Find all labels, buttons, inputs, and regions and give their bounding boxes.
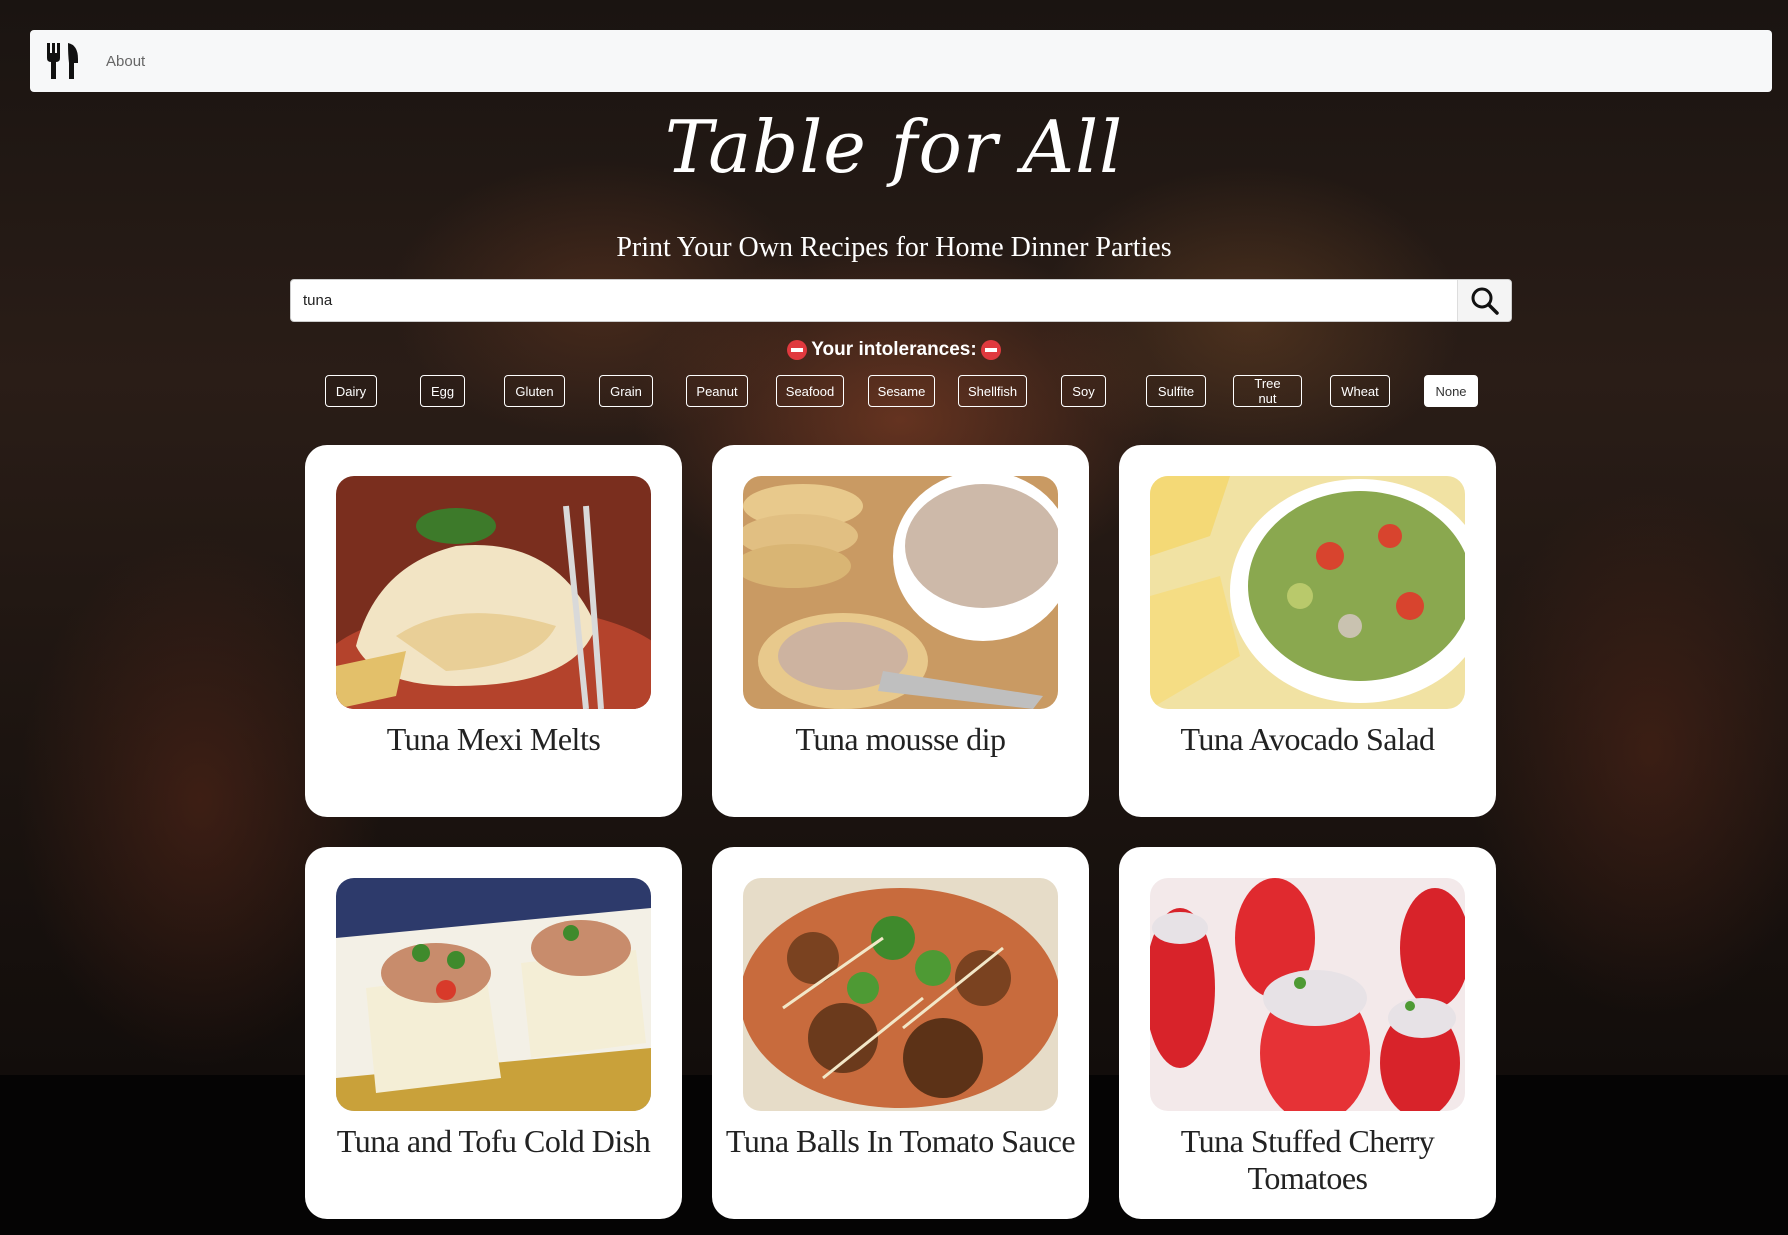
recipe-card[interactable]: Tuna Avocado Salad bbox=[1119, 445, 1496, 817]
recipe-card[interactable]: Tuna Balls In Tomato Sauce bbox=[712, 847, 1089, 1219]
chip-egg[interactable]: Egg bbox=[420, 375, 465, 407]
recipe-title: Tuna Mexi Melts bbox=[386, 721, 601, 757]
recipe-card[interactable]: Tuna Mexi Melts bbox=[305, 445, 682, 817]
chip-tree-nut[interactable]: Tree nut bbox=[1233, 375, 1302, 407]
chip-sesame[interactable]: Sesame bbox=[868, 375, 935, 407]
page-title: Table for All bbox=[664, 105, 1124, 189]
recipe-card[interactable]: Tuna Stuffed Cherry Tomatoes bbox=[1119, 847, 1496, 1219]
recipe-title: Tuna and Tofu Cold Dish bbox=[336, 1123, 651, 1159]
chip-sulfite[interactable]: Sulfite bbox=[1146, 375, 1206, 407]
search-bar bbox=[290, 279, 1512, 322]
chip-grain[interactable]: Grain bbox=[599, 375, 653, 407]
intolerances-heading: Your intolerances: bbox=[0, 339, 1788, 361]
recipe-image bbox=[1150, 878, 1465, 1111]
intolerance-chips: Dairy Egg Gluten Grain Peanut Seafood Se… bbox=[0, 375, 1788, 407]
no-entry-icon bbox=[980, 340, 1001, 360]
fork-knife-icon[interactable] bbox=[40, 39, 84, 83]
chip-none[interactable]: None bbox=[1424, 375, 1478, 407]
chip-soy[interactable]: Soy bbox=[1061, 375, 1106, 407]
chip-shellfish[interactable]: Shellfish bbox=[958, 375, 1027, 407]
search-input[interactable] bbox=[291, 280, 1457, 321]
no-entry-icon bbox=[787, 340, 808, 360]
recipe-title: Tuna Avocado Salad bbox=[1180, 721, 1435, 757]
recipe-card[interactable]: Tuna and Tofu Cold Dish bbox=[305, 847, 682, 1219]
recipe-title: Tuna Stuffed Cherry Tomatoes bbox=[1180, 1123, 1435, 1196]
search-icon bbox=[1471, 287, 1499, 315]
nav-about-link[interactable]: About bbox=[106, 53, 145, 70]
intolerances-heading-text: Your intolerances: bbox=[811, 339, 977, 360]
recipe-image bbox=[336, 476, 651, 709]
chip-seafood[interactable]: Seafood bbox=[776, 375, 844, 407]
search-button[interactable] bbox=[1457, 280, 1511, 321]
navbar: About bbox=[30, 30, 1772, 92]
chip-peanut[interactable]: Peanut bbox=[686, 375, 748, 407]
recipe-image bbox=[743, 878, 1058, 1111]
recipe-image bbox=[1150, 476, 1465, 709]
recipe-title: Tuna Balls In Tomato Sauce bbox=[725, 1123, 1076, 1159]
recipe-image bbox=[743, 476, 1058, 709]
chip-gluten[interactable]: Gluten bbox=[504, 375, 565, 407]
recipe-card[interactable]: Tuna mousse dip bbox=[712, 445, 1089, 817]
page-subtitle: Print Your Own Recipes for Home Dinner P… bbox=[616, 232, 1172, 263]
chip-dairy[interactable]: Dairy bbox=[325, 375, 377, 407]
chip-wheat[interactable]: Wheat bbox=[1330, 375, 1390, 407]
recipe-image bbox=[336, 878, 651, 1111]
recipe-title: Tuna mousse dip bbox=[795, 721, 1006, 757]
